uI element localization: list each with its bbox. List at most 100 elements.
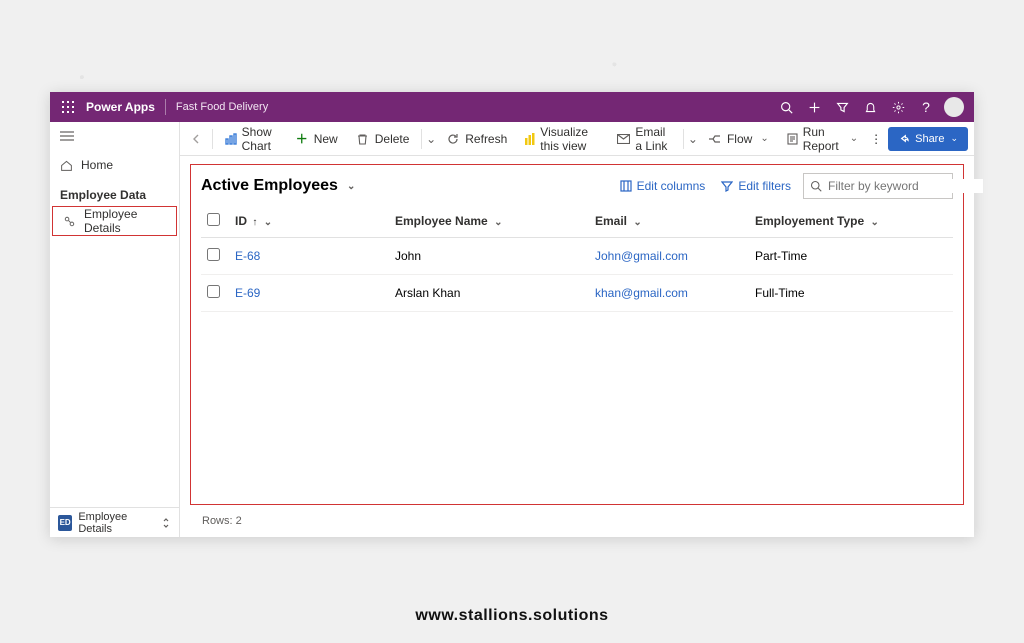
add-icon[interactable] xyxy=(800,92,828,122)
flow-icon xyxy=(708,132,722,146)
share-button[interactable]: Share ⌄ xyxy=(888,127,968,151)
divider xyxy=(683,129,684,149)
updown-icon xyxy=(161,517,171,529)
email-link-button[interactable]: Email a Link xyxy=(609,126,679,152)
bell-icon[interactable] xyxy=(856,92,884,122)
divider xyxy=(212,129,213,149)
sidebar-item-label: Home xyxy=(81,158,113,172)
back-icon xyxy=(190,132,204,146)
back-button[interactable] xyxy=(186,126,208,152)
email-link[interactable]: John@gmail.com xyxy=(595,249,688,263)
chevron-down-icon: ⌄ xyxy=(633,217,641,228)
filter-input[interactable] xyxy=(828,179,983,193)
cmd-label: Email a Link xyxy=(635,125,671,153)
page-caption: www.stallions.solutions xyxy=(0,607,1024,625)
filter-icon[interactable] xyxy=(828,92,856,122)
cmd-label: Show Chart xyxy=(242,125,277,153)
more-commands[interactable]: ⋮ xyxy=(868,126,884,152)
view-title-text: Active Employees xyxy=(201,177,338,195)
entity-icon xyxy=(63,215,76,228)
chevron-down-icon: ⌄ xyxy=(760,133,768,144)
cell-name: Arslan Khan xyxy=(389,275,589,312)
report-icon xyxy=(787,132,798,146)
app-window: Power Apps Fast Food Delivery ? Home Emp… xyxy=(50,92,974,537)
row-checkbox[interactable] xyxy=(207,285,220,298)
cmd-label: Visualize this view xyxy=(540,125,599,153)
hamburger-icon[interactable] xyxy=(50,122,179,150)
sidebar-item-employee-details[interactable]: Employee Details xyxy=(52,206,177,236)
delete-button[interactable]: Delete xyxy=(348,126,418,152)
table-row[interactable]: E-69 Arslan Khan khan@gmail.com Full-Tim… xyxy=(201,275,953,312)
help-icon[interactable]: ? xyxy=(912,92,940,122)
cmd-label: Refresh xyxy=(465,132,507,146)
header-row: ID ↑ ⌄ Employee Name ⌄ Email xyxy=(201,205,953,238)
highlighted-region: Active Employees ⌄ Edit columns Edit fil… xyxy=(190,164,964,505)
home-icon xyxy=(60,159,73,172)
label: Edit filters xyxy=(738,179,791,193)
cmd-label: Share xyxy=(915,133,944,145)
search-icon[interactable] xyxy=(772,92,800,122)
view-selector[interactable]: Active Employees ⌄ xyxy=(201,177,355,195)
mail-icon xyxy=(617,132,630,146)
avatar[interactable] xyxy=(944,97,964,117)
delete-split[interactable]: ⌄ xyxy=(426,132,436,146)
sidebar-section-label: Employee Data xyxy=(50,180,179,206)
cmd-label: Flow xyxy=(727,132,752,146)
row-checkbox[interactable] xyxy=(207,248,220,261)
refresh-icon xyxy=(446,132,460,146)
chevron-down-icon: ⌄ xyxy=(347,181,355,192)
area-label: Employee Details xyxy=(78,511,155,535)
column-header-id[interactable]: ID ↑ ⌄ xyxy=(229,205,389,238)
visualize-button[interactable]: Visualize this view xyxy=(517,126,607,152)
chart-icon xyxy=(225,132,237,146)
settings-icon[interactable] xyxy=(884,92,912,122)
trash-icon xyxy=(356,132,370,146)
table-row[interactable]: E-68 John John@gmail.com Part-Time xyxy=(201,238,953,275)
filter-keyword-box[interactable] xyxy=(803,173,953,199)
sort-asc-icon: ↑ xyxy=(252,217,257,228)
chevron-down-icon: ⌄ xyxy=(494,217,502,228)
funnel-icon xyxy=(721,180,733,192)
id-link[interactable]: E-69 xyxy=(235,286,260,300)
email-split[interactable]: ⌄ xyxy=(688,132,698,146)
cell-name: John xyxy=(389,238,589,275)
app-launcher-icon[interactable] xyxy=(56,95,80,119)
column-header-name[interactable]: Employee Name ⌄ xyxy=(389,205,589,238)
main: Show Chart ＋ New Delete ⌄ Refresh xyxy=(180,122,974,537)
cmd-label: New xyxy=(314,132,338,146)
column-header-type[interactable]: Employement Type ⌄ xyxy=(749,205,953,238)
chevron-down-icon: ⌄ xyxy=(264,217,272,228)
data-grid: ID ↑ ⌄ Employee Name ⌄ Email xyxy=(201,205,953,312)
show-chart-button[interactable]: Show Chart xyxy=(217,126,285,152)
sidebar-area-switcher[interactable]: ED Employee Details xyxy=(50,507,179,537)
label: Edit columns xyxy=(637,179,706,193)
divider xyxy=(165,99,166,115)
share-icon xyxy=(898,133,909,144)
powerbi-icon xyxy=(525,132,535,146)
chevron-down-icon: ⌄ xyxy=(950,133,958,144)
edit-filters-button[interactable]: Edit filters xyxy=(717,177,795,195)
column-header-email[interactable]: Email ⌄ xyxy=(589,205,749,238)
email-link[interactable]: khan@gmail.com xyxy=(595,286,688,300)
refresh-button[interactable]: Refresh xyxy=(438,126,515,152)
id-link[interactable]: E-68 xyxy=(235,249,260,263)
select-all-checkbox[interactable] xyxy=(207,213,220,226)
titlebar: Power Apps Fast Food Delivery ? xyxy=(50,92,974,122)
more-icon: ⋮ xyxy=(870,132,882,146)
sidebar-item-home[interactable]: Home xyxy=(50,150,179,180)
new-button[interactable]: ＋ New xyxy=(287,126,346,152)
edit-columns-button[interactable]: Edit columns xyxy=(616,177,710,195)
app-title: Power Apps xyxy=(86,100,155,114)
chevron-down-icon: ⌄ xyxy=(870,217,878,228)
plus-icon: ＋ xyxy=(295,132,309,146)
flow-button[interactable]: Flow ⌄ xyxy=(700,126,777,152)
environment-name[interactable]: Fast Food Delivery xyxy=(176,101,268,113)
cell-type: Full-Time xyxy=(749,275,953,312)
cmd-label: Delete xyxy=(375,132,410,146)
run-report-button[interactable]: Run Report ⌄ xyxy=(779,126,866,152)
columns-icon xyxy=(620,180,632,192)
cell-type: Part-Time xyxy=(749,238,953,275)
sidebar: Home Employee Data Employee Details ED E… xyxy=(50,122,180,537)
sidebar-item-label: Employee Details xyxy=(84,207,176,235)
chevron-down-icon: ⌄ xyxy=(850,133,858,144)
